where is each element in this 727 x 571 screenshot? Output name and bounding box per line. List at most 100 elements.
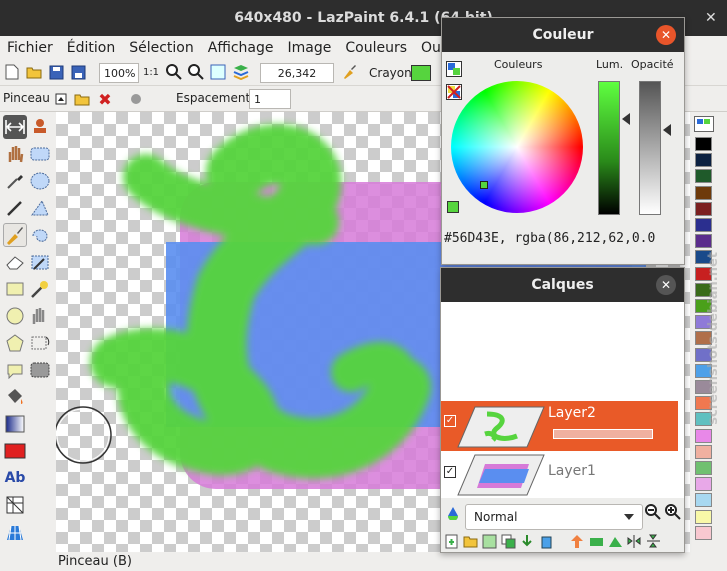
color-wheel[interactable] — [451, 81, 583, 213]
color-palette-bar: screenshots.debian.net — [690, 112, 727, 571]
layer1-name: Layer1 — [548, 463, 596, 479]
menu-fichier[interactable]: Fichier — [0, 40, 60, 56]
color-picker-icon[interactable] — [3, 169, 27, 193]
opacity-slider[interactable] — [639, 81, 661, 215]
pen-tool-icon[interactable] — [3, 196, 27, 220]
palette-swatch[interactable] — [695, 444, 712, 459]
rect-select-icon[interactable] — [28, 142, 52, 166]
menu-couleurs[interactable]: Couleurs — [338, 40, 414, 56]
duplicate-layer-icon[interactable] — [501, 534, 516, 549]
zoom-actual-size-button[interactable]: 1:1 — [142, 63, 160, 81]
layers-list: ✓ Layer2 ✓ Layer1 — [441, 302, 684, 498]
save-as-icon[interactable] — [69, 63, 87, 81]
layer2-visible-checkbox[interactable]: ✓ — [444, 415, 456, 427]
layer1-visible-checkbox[interactable]: ✓ — [444, 466, 456, 478]
menu-image[interactable]: Image — [281, 40, 339, 56]
gradient-tool-icon[interactable] — [3, 412, 27, 436]
merge-layer-icon[interactable] — [520, 534, 535, 549]
color-value-text[interactable]: #56D43E, rgba(86,212,62,0.0 — [442, 228, 684, 252]
wheel-selector[interactable] — [480, 181, 488, 189]
palette-swatch[interactable] — [695, 153, 712, 168]
rotate-select-icon[interactable] — [28, 331, 52, 355]
load-brush-icon[interactable] — [73, 90, 91, 108]
magic-wand-select-icon[interactable] — [28, 250, 52, 274]
brush-shape-icon[interactable] — [52, 90, 70, 108]
blend-mode-select[interactable]: Normal — [465, 504, 643, 530]
color-panel-title: Couleur — [532, 27, 594, 43]
ellipse-tool-icon[interactable] — [3, 304, 27, 328]
palette-swatch[interactable] — [695, 428, 712, 443]
palette-swatch[interactable] — [695, 169, 712, 184]
eraser-tool-icon[interactable] — [3, 250, 27, 274]
palette-swatch[interactable] — [695, 201, 712, 216]
layer-zoom-out-icon[interactable] — [645, 504, 661, 524]
deform-tool-icon[interactable] — [28, 304, 52, 328]
chevron-down-icon — [624, 514, 634, 520]
palette-swatch[interactable] — [695, 461, 712, 475]
freehand-select-icon[interactable] — [28, 223, 52, 247]
speech-bubble-tool-icon[interactable] — [3, 358, 27, 382]
layer2-opacity-bar[interactable] — [553, 429, 653, 439]
zoom-out-icon[interactable] — [187, 63, 205, 81]
menu-selection[interactable]: Sélection — [122, 40, 201, 56]
menu-edition[interactable]: Édition — [60, 40, 122, 56]
palette-menu-icon[interactable] — [694, 116, 714, 132]
zoom-fit-icon[interactable] — [209, 63, 227, 81]
hand-tool-icon[interactable] — [3, 142, 27, 166]
palette-swatch[interactable] — [695, 218, 712, 232]
transform-select-icon[interactable] — [28, 358, 52, 382]
palette-swatch[interactable] — [695, 493, 712, 508]
open-layer-icon[interactable] — [463, 534, 478, 549]
color-panel-close-button[interactable]: ✕ — [656, 25, 676, 45]
luminosity-slider[interactable] — [598, 81, 620, 215]
spacing-field[interactable]: 1 — [249, 89, 291, 109]
zoom-field[interactable]: 100% — [99, 63, 139, 83]
brush-tool-icon[interactable] — [340, 63, 358, 81]
new-file-icon[interactable] — [3, 63, 21, 81]
load-layer-icon[interactable] — [482, 534, 497, 549]
layer-properties-icon[interactable] — [589, 534, 604, 549]
layers-panel-close-button[interactable]: ✕ — [656, 275, 676, 295]
layer-row-layer2[interactable]: ✓ Layer2 — [441, 401, 678, 451]
close-window-button[interactable]: ✕ — [705, 10, 717, 26]
poly-select-icon[interactable] — [28, 196, 52, 220]
zoom-in-icon[interactable] — [165, 63, 183, 81]
palette-swatch[interactable] — [695, 509, 712, 524]
layer-deform-icon[interactable] — [3, 493, 27, 517]
brush-tool-button-icon[interactable] — [3, 223, 27, 247]
open-folder-icon[interactable] — [25, 63, 43, 81]
brush-preset-dropdown[interactable] — [130, 90, 148, 108]
pen-color-swatch[interactable] — [411, 65, 431, 81]
flip-vertical-icon[interactable] — [646, 534, 661, 549]
move-tool-icon[interactable] — [3, 115, 27, 139]
palette-swatch[interactable] — [695, 185, 712, 200]
text-color-rect-icon[interactable] — [3, 439, 27, 463]
palette-swatch[interactable] — [695, 234, 712, 249]
flip-horizontal-icon[interactable] — [627, 534, 642, 549]
add-layer-icon[interactable] — [444, 534, 459, 549]
layer-blend-icon[interactable] — [608, 534, 623, 549]
rectangle-tool-icon[interactable] — [3, 277, 27, 301]
palette-swatch[interactable] — [695, 525, 712, 540]
text-tool-icon[interactable]: Ab — [3, 466, 27, 490]
move-layer-up-icon[interactable] — [570, 534, 585, 549]
save-icon[interactable] — [47, 63, 65, 81]
polygon-tool-icon[interactable] — [3, 331, 27, 355]
swap-colors-icon[interactable] — [446, 61, 462, 77]
lum-slider-arrow[interactable] — [622, 113, 630, 125]
layer-zoom-in-icon[interactable] — [665, 504, 681, 524]
reset-colors-icon[interactable] — [446, 84, 462, 100]
layer-row-layer1[interactable]: ✓ Layer1 — [441, 452, 678, 498]
menu-affichage[interactable]: Affichage — [201, 40, 281, 56]
palette-swatch[interactable] — [695, 137, 712, 151]
stamp-tool-icon[interactable] — [28, 115, 52, 139]
layers-stack-icon[interactable] — [232, 63, 250, 81]
delete-layer-icon[interactable] — [539, 534, 554, 549]
perspective-tool-icon[interactable] — [3, 520, 27, 544]
fill-bucket-icon[interactable] — [3, 385, 27, 409]
wand-select-icon[interactable] — [28, 277, 52, 301]
ellipse-select-icon[interactable] — [28, 169, 52, 193]
remove-brush-icon[interactable]: ✖ — [96, 90, 114, 109]
opacity-slider-arrow[interactable] — [663, 124, 671, 136]
palette-swatch[interactable] — [695, 477, 712, 492]
